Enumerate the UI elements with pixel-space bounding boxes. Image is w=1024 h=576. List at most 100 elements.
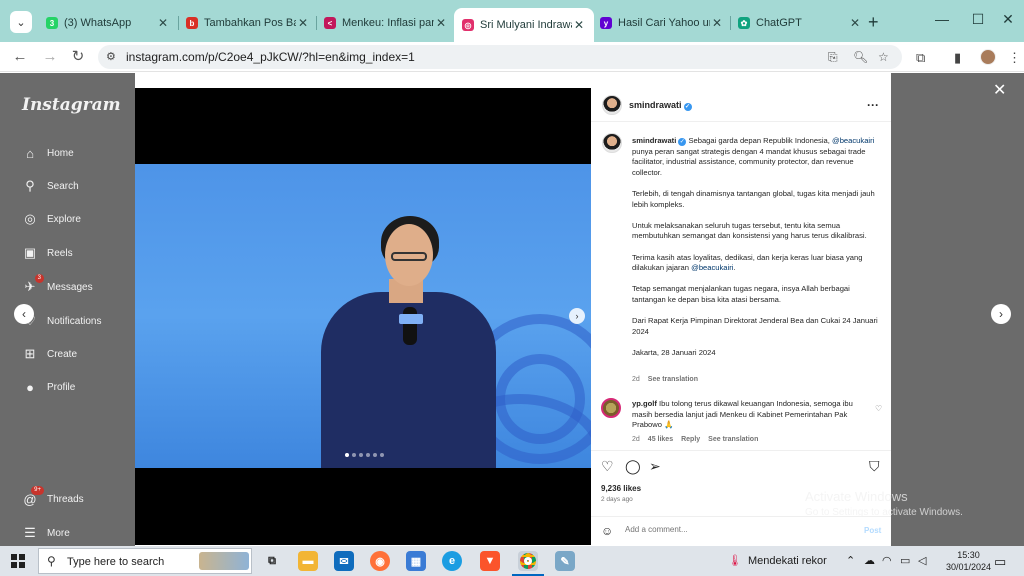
- nav-profile[interactable]: ● Profile: [22, 379, 75, 395]
- store-icon[interactable]: ▦: [406, 551, 426, 571]
- tab-search-button[interactable]: ⌄: [10, 11, 32, 33]
- mention-link[interactable]: @beacukairi: [832, 136, 874, 145]
- browser-menu-icon[interactable]: ⋮: [1008, 50, 1021, 66]
- mention-link[interactable]: @beacukairi: [691, 263, 733, 272]
- tab-chatgpt[interactable]: ✿ ChatGPT ✕: [730, 10, 870, 36]
- install-app-icon[interactable]: ⎘: [828, 50, 838, 65]
- comment-likes[interactable]: 45 likes: [648, 436, 673, 443]
- chatgpt-icon: ✿: [738, 17, 750, 29]
- clock-time: 15:30: [957, 550, 980, 560]
- maximize-button[interactable]: ☐: [968, 11, 988, 28]
- file-explorer-icon[interactable]: ▬: [298, 551, 318, 571]
- tab-title: (3) WhatsApp: [64, 17, 132, 29]
- see-translation-link[interactable]: See translation: [708, 436, 758, 443]
- tab-news[interactable]: < Menkeu: Inflasi panga ✕: [316, 10, 456, 36]
- close-tab-icon[interactable]: ✕: [572, 18, 586, 32]
- close-icon[interactable]: ✕: [993, 80, 1006, 100]
- nav-home[interactable]: ⌂ Home: [22, 145, 74, 161]
- carousel-next-button[interactable]: ›: [569, 308, 585, 324]
- tab-instagram[interactable]: ◎ Sri Mulyani Indrawati ✕: [454, 8, 594, 42]
- close-window-button[interactable]: ✕: [998, 11, 1018, 28]
- instagram-logo[interactable]: Instagram: [22, 95, 121, 115]
- bookmark-star-icon[interactable]: ☆: [878, 50, 889, 64]
- likes-count[interactable]: 9,236 likes: [601, 484, 641, 493]
- post-photo: [135, 164, 591, 468]
- nav-more[interactable]: ☰ More: [22, 525, 70, 541]
- emoji-icon[interactable]: ☺: [601, 524, 613, 538]
- nav-notifications[interactable]: ♡ Notifications: [22, 313, 101, 329]
- tab-title: Hasil Cari Yahoo untu: [618, 17, 710, 29]
- edge-icon[interactable]: e: [442, 551, 462, 571]
- threads-badge: 9+: [31, 486, 44, 495]
- messages-badge: 3: [34, 274, 44, 283]
- address-bar[interactable]: ⚙ instagram.com/p/C2oe4_pJkCW/?hl=en&img…: [98, 45, 902, 69]
- tab-blog[interactable]: b Tambahkan Pos Baru ✕: [178, 10, 318, 36]
- close-tab-icon[interactable]: ✕: [848, 16, 862, 30]
- notes-app-icon[interactable]: ✎: [555, 551, 575, 571]
- brave-icon[interactable]: ▼: [480, 551, 500, 571]
- search-icon: ⚲: [47, 554, 56, 568]
- start-button[interactable]: [11, 554, 25, 568]
- site-info-icon[interactable]: ⚙: [106, 50, 116, 63]
- next-post-button[interactable]: ›: [991, 304, 1011, 324]
- like-comment-icon[interactable]: ♡: [875, 404, 882, 413]
- notification-center-icon[interactable]: ▭: [994, 554, 1006, 570]
- system-clock[interactable]: 15:30 30/01/2024: [946, 549, 991, 573]
- profile-avatar[interactable]: [980, 49, 996, 65]
- like-icon[interactable]: ♡: [601, 458, 614, 475]
- post-comment-button[interactable]: Post: [864, 526, 881, 535]
- chrome-icon[interactable]: [512, 551, 544, 576]
- battery-icon[interactable]: ▭: [900, 554, 910, 567]
- close-tab-icon[interactable]: ✕: [434, 16, 448, 30]
- taskbar-search[interactable]: ⚲ Type here to search: [38, 548, 252, 574]
- tab-whatsapp[interactable]: 3 (3) WhatsApp ✕: [38, 10, 178, 36]
- side-panel-icon[interactable]: ▮: [954, 50, 961, 66]
- avatar[interactable]: [602, 95, 622, 115]
- post-username[interactable]: smindrawati ✓: [629, 100, 692, 111]
- minimize-button[interactable]: —: [932, 11, 952, 27]
- verified-icon: ✓: [678, 138, 687, 146]
- nav-threads[interactable]: @9+ Threads: [22, 486, 84, 507]
- save-icon[interactable]: ⛉: [869, 458, 880, 475]
- add-comment-bar: ☺ Post: [591, 516, 891, 545]
- nav-reels[interactable]: ▣ Reels: [22, 245, 73, 261]
- wifi-icon[interactable]: ◠: [882, 554, 892, 567]
- commenter-avatar[interactable]: [601, 398, 621, 418]
- nav-messages[interactable]: ✈ 3 Messages: [22, 274, 93, 295]
- close-tab-icon[interactable]: ✕: [296, 16, 310, 30]
- forward-button[interactable]: →: [40, 47, 60, 67]
- previous-post-button[interactable]: ‹: [14, 304, 34, 324]
- nav-explore[interactable]: ◎ Explore: [22, 211, 81, 227]
- nav-create[interactable]: ⊞ Create: [22, 346, 77, 362]
- share-icon[interactable]: ➢: [649, 458, 661, 475]
- nav-search[interactable]: ⚲ Search: [22, 178, 78, 194]
- weather-widget[interactable]: 🌡︎ Mendekati rekor: [728, 554, 827, 567]
- close-tab-icon[interactable]: ✕: [156, 16, 170, 30]
- tab-yahoo[interactable]: y Hasil Cari Yahoo untu ✕: [592, 10, 732, 36]
- reload-button[interactable]: ↻: [68, 47, 88, 67]
- new-tab-button[interactable]: +: [868, 12, 879, 33]
- reels-icon: ▣: [23, 245, 37, 260]
- close-tab-icon[interactable]: ✕: [710, 16, 724, 30]
- comment-input[interactable]: [625, 525, 835, 534]
- carousel-dot: [359, 453, 363, 457]
- extensions-icon[interactable]: ⧉: [916, 50, 925, 66]
- menu-icon: ☰: [24, 525, 36, 540]
- see-translation-link[interactable]: See translation: [648, 376, 698, 383]
- reply-link[interactable]: Reply: [681, 436, 700, 443]
- network-icon[interactable]: ☁: [864, 554, 875, 567]
- volume-icon[interactable]: ◁: [918, 554, 926, 567]
- comment-icon[interactable]: ◯: [625, 458, 641, 475]
- zoom-icon[interactable]: 🔍︎: [853, 50, 868, 64]
- more-options-icon[interactable]: ···: [867, 98, 879, 112]
- commenter-username[interactable]: yp.golf: [632, 399, 657, 408]
- firefox-icon[interactable]: ◉: [370, 551, 390, 571]
- mail-icon[interactable]: ✉: [334, 551, 354, 571]
- back-button[interactable]: ←: [10, 47, 30, 67]
- task-view-icon[interactable]: ⧉: [262, 551, 282, 571]
- tab-title: Sri Mulyani Indrawati: [480, 19, 572, 31]
- caption-avatar[interactable]: [602, 133, 622, 153]
- post-date: 2 days ago: [601, 496, 633, 503]
- show-hidden-icons[interactable]: ⌃: [846, 554, 855, 567]
- caption-username[interactable]: smindrawati: [632, 136, 676, 145]
